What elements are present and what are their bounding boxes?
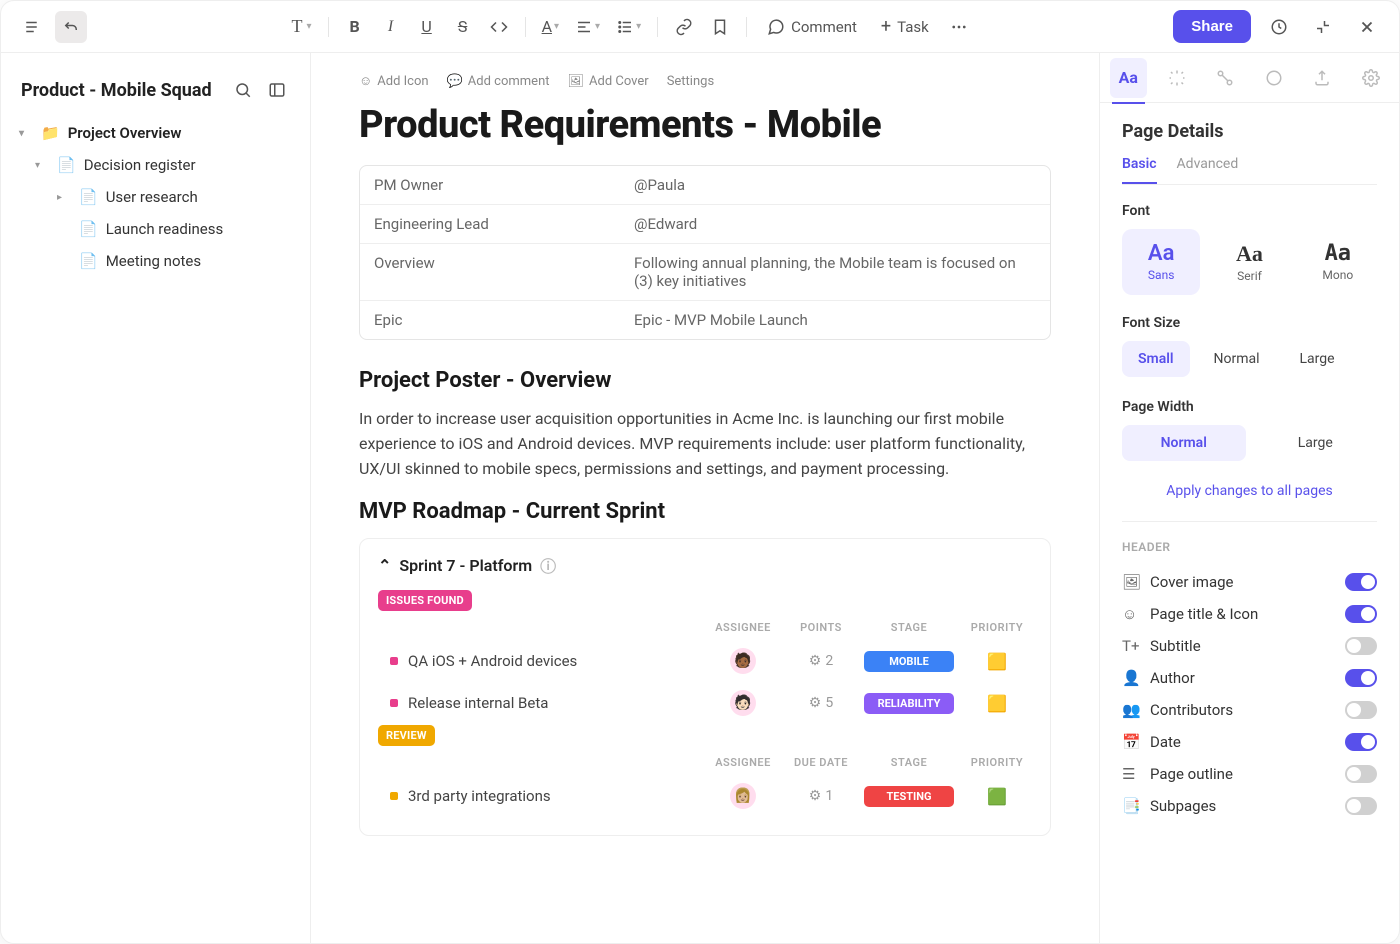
share-button[interactable]: Share	[1173, 10, 1251, 43]
app-window: T▾ B I U S A▾ ▾ ▾ Comment +Task Share	[0, 0, 1400, 944]
toggle-switch[interactable]	[1345, 733, 1377, 751]
task-row[interactable]: 3rd party integrations 👩🏼 ⚙1 TESTING 🟩	[378, 775, 1032, 817]
font-option[interactable]: AaSerif	[1210, 229, 1288, 295]
toggle-switch[interactable]	[1345, 605, 1377, 623]
status-badge: REVIEW	[378, 725, 435, 746]
sidebar-item[interactable]: 📄Meeting notes	[11, 245, 300, 277]
avatar: 👩🏼	[730, 783, 756, 809]
sidebar-item[interactable]: ▾📄Decision register	[11, 149, 300, 181]
avatar: 🧑🏾	[730, 648, 756, 674]
sprint-card: ⌃Sprint 7 - Platformⓘ ISSUES FOUNDASSIGN…	[359, 538, 1051, 836]
top-toolbar: T▾ B I U S A▾ ▾ ▾ Comment +Task Share	[1, 1, 1399, 53]
toggle-switch[interactable]	[1345, 797, 1377, 815]
tab-advanced[interactable]: Advanced	[1177, 156, 1239, 184]
italic-button[interactable]: I	[375, 11, 407, 43]
toggle-switch[interactable]	[1345, 669, 1377, 687]
search-icon[interactable]	[230, 77, 256, 103]
comment-button[interactable]: Comment	[757, 12, 867, 42]
panel-tab-style[interactable]: Aa	[1110, 58, 1147, 98]
font-option[interactable]: AaMono	[1299, 229, 1377, 295]
sprint-title[interactable]: ⌃Sprint 7 - Platformⓘ	[378, 553, 1032, 577]
menu-icon[interactable]	[17, 11, 49, 43]
task-row[interactable]: QA iOS + Android devices 🧑🏾 ⚙2 MOBILE 🟨	[378, 640, 1032, 682]
font-size-option[interactable]: Normal	[1198, 341, 1276, 377]
sidebar-title: Product - Mobile Squad	[21, 80, 212, 101]
list-dropdown[interactable]: ▾	[610, 11, 647, 43]
add-comment-button[interactable]: 💬 Add comment	[447, 73, 550, 89]
tab-basic[interactable]: Basic	[1122, 156, 1157, 184]
sidebar: Product - Mobile Squad ▾📁Project Overvie…	[1, 53, 311, 943]
add-icon-button[interactable]: ☺ Add Icon	[359, 73, 429, 89]
panel-tab-ai[interactable]	[1159, 58, 1196, 98]
text-style-dropdown[interactable]: T▾	[286, 11, 318, 43]
poster-heading: Project Poster - Overview	[359, 368, 1051, 393]
underline-button[interactable]: U	[411, 11, 443, 43]
panel-tab-export[interactable]	[1304, 58, 1341, 98]
stage-pill: RELIABILITY	[864, 693, 954, 714]
link-button[interactable]	[668, 11, 700, 43]
page-title: Product Requirements - Mobile	[359, 103, 1051, 147]
stage-pill: MOBILE	[864, 651, 954, 672]
avatar: 🧑🏻	[730, 690, 756, 716]
strike-button[interactable]: S	[447, 11, 479, 43]
priority-flag: 🟨	[962, 694, 1032, 713]
bold-button[interactable]: B	[339, 11, 371, 43]
info-table: PM Owner@PaulaEngineering Lead@EdwardOve…	[359, 165, 1051, 340]
more-icon[interactable]	[943, 11, 975, 43]
priority-flag: 🟨	[962, 652, 1032, 671]
task-row[interactable]: Release internal Beta 🧑🏻 ⚙5 RELIABILITY …	[378, 682, 1032, 724]
page-content: ☺ Add Icon 💬 Add comment 🖼 Add Cover Set…	[311, 53, 1099, 943]
apply-all-link[interactable]: Apply changes to all pages	[1122, 483, 1377, 499]
panel-title: Page Details	[1122, 121, 1377, 142]
toggle-switch[interactable]	[1345, 637, 1377, 655]
close-icon[interactable]	[1351, 11, 1383, 43]
panel-tab-relations[interactable]	[1207, 58, 1244, 98]
roadmap-heading: MVP Roadmap - Current Sprint	[359, 499, 1051, 524]
page-width-option[interactable]: Large	[1254, 425, 1378, 461]
poster-body: In order to increase user acquisition op…	[359, 407, 1051, 481]
stage-pill: TESTING	[864, 786, 954, 807]
sidebar-item[interactable]: ▸📄User research	[11, 181, 300, 213]
nav-tree: ▾📁Project Overview▾📄Decision register▸📄U…	[11, 117, 300, 277]
align-dropdown[interactable]: ▾	[569, 11, 606, 43]
font-size-option[interactable]: Small	[1122, 341, 1190, 377]
font-option[interactable]: AaSans	[1122, 229, 1200, 295]
sidebar-toggle-icon[interactable]	[264, 77, 290, 103]
toggle-switch[interactable]	[1345, 701, 1377, 719]
panel-tab-comments[interactable]	[1256, 58, 1293, 98]
panel-tab-settings[interactable]	[1353, 58, 1390, 98]
bookmark-button[interactable]	[704, 11, 736, 43]
priority-flag: 🟩	[962, 787, 1032, 806]
sidebar-item[interactable]: ▾📁Project Overview	[11, 117, 300, 149]
sidebar-item[interactable]: 📄Launch readiness	[11, 213, 300, 245]
toggle-switch[interactable]	[1345, 765, 1377, 783]
code-button[interactable]	[483, 11, 515, 43]
page-settings-button[interactable]: Settings	[667, 73, 714, 89]
collapse-icon[interactable]	[1307, 11, 1339, 43]
font-size-option[interactable]: Large	[1284, 341, 1351, 377]
undo-icon[interactable]	[55, 11, 87, 43]
add-cover-button[interactable]: 🖼 Add Cover	[568, 73, 649, 89]
right-panel: Aa Page Details Basic Advanced Font AaSa…	[1099, 53, 1399, 943]
page-width-option[interactable]: Normal	[1122, 425, 1246, 461]
task-button[interactable]: +Task	[871, 10, 939, 43]
history-icon[interactable]	[1263, 11, 1295, 43]
status-badge: ISSUES FOUND	[378, 590, 472, 611]
toggle-switch[interactable]	[1345, 573, 1377, 591]
text-color-dropdown[interactable]: A▾	[536, 11, 565, 43]
